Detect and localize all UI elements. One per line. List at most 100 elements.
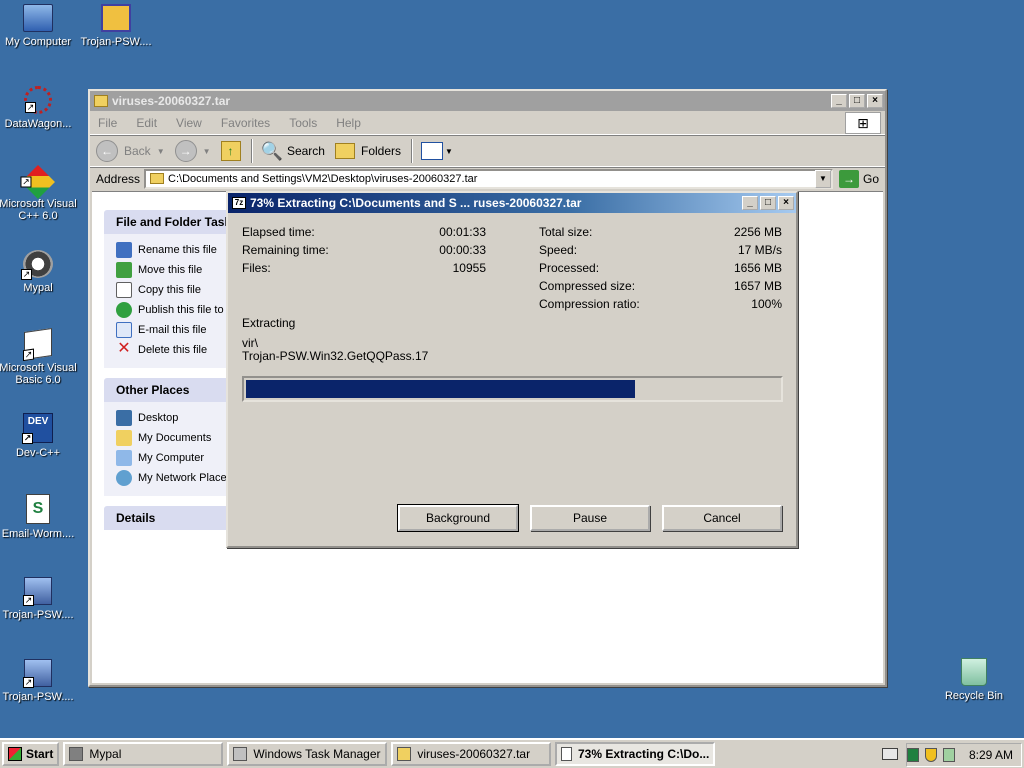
task-move[interactable]: Move this file	[116, 260, 236, 280]
task-publish[interactable]: Publish this file to	[116, 300, 236, 320]
folder-icon	[397, 747, 412, 761]
remaining-label: Remaining time:	[242, 243, 329, 257]
address-value: C:\Documents and Settings\VM2\Desktop\vi…	[168, 172, 478, 185]
my-computer-icon	[23, 4, 53, 32]
search-button[interactable]: 🔍 Search	[261, 141, 325, 162]
task-label: Publish this file to	[138, 304, 224, 316]
details-header[interactable]: Details	[104, 506, 236, 530]
explorer-titlebar[interactable]: viruses-20060327.tar _ □ ×	[90, 91, 885, 111]
up-button[interactable]: ↑	[220, 141, 241, 161]
desktop-icon-trojan-psw-1[interactable]: Trojan-PSW....	[76, 4, 156, 48]
back-button[interactable]: ← Back ▼	[96, 140, 165, 162]
task-label: Move this file	[138, 264, 203, 276]
security-shield-icon[interactable]	[924, 748, 937, 762]
dialog-titlebar[interactable]: 7z 73% Extracting C:\Documents and S ...…	[228, 193, 796, 213]
place-label: My Computer	[138, 452, 205, 464]
menu-file[interactable]: File	[98, 116, 117, 130]
other-places-header[interactable]: Other Places	[104, 378, 236, 402]
file-tasks-header[interactable]: File and Folder Tasks	[104, 210, 236, 234]
panel-spacer	[104, 368, 236, 378]
keyboard-icon[interactable]	[882, 748, 898, 760]
chevron-down-icon[interactable]: ▼	[445, 147, 453, 156]
menu-tools[interactable]: Tools	[289, 116, 317, 130]
network-icon	[116, 470, 132, 486]
views-button[interactable]: ▼	[421, 142, 453, 160]
search-icon: 🔍	[260, 140, 283, 161]
script-file-icon: S	[26, 494, 50, 524]
taskbar-item-label: Mypal	[89, 747, 122, 761]
move-icon	[116, 262, 132, 278]
background-button[interactable]: Background	[397, 504, 519, 532]
taskbar-item-mypal[interactable]: Mypal	[63, 742, 224, 766]
task-pane: File and Folder Tasks Rename this file M…	[104, 210, 236, 530]
toolbar-separator	[250, 139, 253, 163]
desktop-icon-mypal[interactable]: ↗ Mypal	[0, 250, 78, 294]
forward-arrow-icon: →	[174, 140, 197, 162]
desktop-icon-label: Trojan-PSW....	[80, 36, 152, 48]
maximize-button[interactable]: □	[849, 94, 865, 108]
place-network[interactable]: My Network Places	[116, 468, 236, 488]
folders-icon	[334, 143, 355, 159]
recycle-bin-icon	[961, 658, 987, 686]
maximize-button[interactable]: □	[760, 196, 776, 210]
extract-progress-dialog[interactable]: 7z 73% Extracting C:\Documents and S ...…	[226, 191, 798, 548]
desktop-icon-datawagon[interactable]: ↗ DataWagon...	[0, 86, 78, 130]
menu-view[interactable]: View	[176, 116, 202, 130]
desktop-icon-trojan-psw-2[interactable]: ↗ Trojan-PSW....	[0, 577, 78, 621]
menu-favorites[interactable]: Favorites	[221, 116, 270, 130]
taskbar-item-explorer[interactable]: viruses-20060327.tar	[391, 742, 552, 766]
desktop-icon-email-worm[interactable]: S Email-Worm....	[0, 494, 78, 540]
shortcut-arrow-icon: ↗	[22, 433, 33, 444]
other-places-body: Desktop My Documents My Computer My Netw…	[104, 402, 236, 496]
task-delete[interactable]: ✕ Delete this file	[116, 340, 236, 360]
address-dropdown-button[interactable]: ▼	[814, 169, 831, 188]
desktop-icon-recycle-bin[interactable]: Recycle Bin	[934, 658, 1014, 702]
publish-web-icon	[116, 302, 132, 318]
task-manager-icon	[233, 747, 248, 761]
chevron-down-icon[interactable]: ▼	[203, 147, 211, 156]
folder-icon	[94, 95, 108, 107]
pause-button[interactable]: Pause	[530, 505, 650, 531]
task-rename[interactable]: Rename this file	[116, 240, 236, 260]
task-copy[interactable]: Copy this file	[116, 280, 236, 300]
cancel-button[interactable]: Cancel	[662, 505, 782, 531]
desktop-icon-my-computer[interactable]: My Computer	[0, 4, 78, 48]
task-email[interactable]: E-mail this file	[116, 320, 236, 340]
menu-bar: File Edit View Favorites Tools Help ⊞	[90, 111, 885, 135]
desktop-icon-dev-cpp[interactable]: DEV ↗ Dev-C++	[0, 413, 78, 459]
desktop-icon-visual-cpp[interactable]: ↗ Microsoft Visual C++ 6.0	[0, 165, 78, 222]
folders-button[interactable]: Folders	[334, 143, 401, 159]
taskbar-item-task-manager[interactable]: Windows Task Manager	[227, 742, 388, 766]
seven-zip-icon: 7z	[232, 197, 246, 209]
forward-button[interactable]: → ▼	[174, 140, 211, 162]
minimize-button[interactable]: _	[831, 94, 847, 108]
network-tray-icon[interactable]	[906, 748, 919, 762]
close-button[interactable]: ×	[867, 94, 883, 108]
close-button[interactable]: ×	[778, 196, 794, 210]
chevron-down-icon[interactable]: ▼	[157, 147, 165, 156]
desktop-icon-label: Microsoft Visual C++ 6.0	[0, 198, 77, 222]
taskbar-item-extracting[interactable]: 73% Extracting C:\Do...	[555, 742, 716, 766]
ratio-label: Compression ratio:	[539, 297, 640, 311]
place-desktop[interactable]: Desktop	[116, 408, 236, 428]
place-label: Desktop	[138, 412, 179, 424]
minimize-button[interactable]: _	[742, 196, 758, 210]
menu-help[interactable]: Help	[336, 116, 361, 130]
back-arrow-icon: ←	[96, 140, 118, 162]
speaker-icon[interactable]	[942, 748, 955, 762]
start-button[interactable]: Start	[2, 742, 60, 766]
desktop-icon-visual-basic[interactable]: ↗ Microsoft Visual Basic 6.0	[0, 328, 78, 386]
desktop-icon-trojan-psw-3[interactable]: ↗ Trojan-PSW....	[0, 659, 78, 703]
task-label: E-mail this file	[138, 324, 207, 336]
desktop-icon-label: Trojan-PSW....	[2, 609, 74, 621]
go-button[interactable]: → Go	[838, 169, 879, 188]
clock[interactable]: 8:29 AM	[969, 748, 1013, 762]
address-input[interactable]: C:\Documents and Settings\VM2\Desktop\vi…	[144, 168, 833, 189]
menu-edit[interactable]: Edit	[136, 116, 157, 130]
system-tray: 8:29 AM	[906, 743, 1022, 767]
place-my-computer[interactable]: My Computer	[116, 448, 236, 468]
panel-spacer	[104, 496, 236, 506]
place-my-documents[interactable]: My Documents	[116, 428, 236, 448]
taskbar-item-label: viruses-20060327.tar	[417, 747, 531, 761]
documents-folder-icon	[116, 430, 132, 446]
